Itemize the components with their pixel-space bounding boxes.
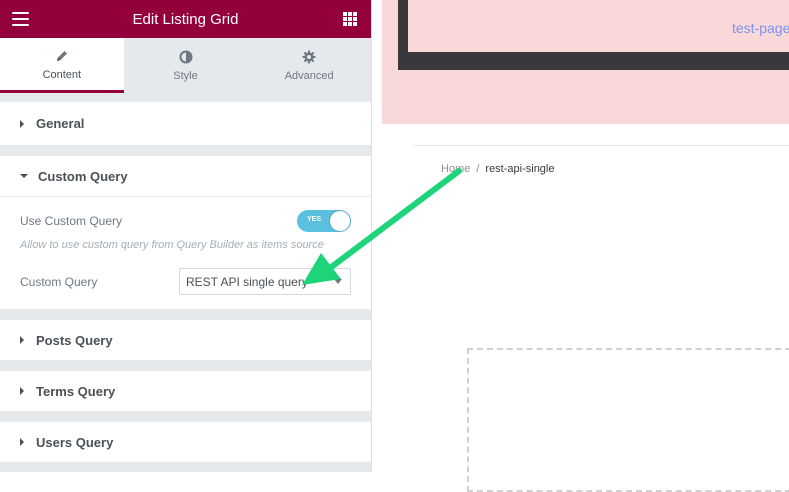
caret-right-icon bbox=[20, 438, 24, 446]
breadcrumb: Home / rest-api-single bbox=[441, 163, 555, 175]
tab-style[interactable]: Style bbox=[124, 38, 248, 93]
toggle-yes-text: YES bbox=[307, 216, 322, 223]
custom-query-label: Custom Query bbox=[20, 274, 98, 289]
half-circle-icon bbox=[179, 49, 193, 65]
breadcrumb-current: rest-api-single bbox=[485, 163, 555, 175]
section-general-toggle[interactable]: General bbox=[0, 102, 371, 145]
section-custom-query: Custom Query Use Custom Query YES Allow … bbox=[0, 155, 371, 309]
panel-header: Edit Listing Grid bbox=[0, 0, 371, 38]
use-custom-query-toggle[interactable]: YES bbox=[297, 210, 351, 232]
tab-content-label: Content bbox=[42, 68, 82, 81]
section-posts-query-title: Posts Query bbox=[36, 332, 113, 348]
tab-advanced[interactable]: Advanced bbox=[247, 38, 371, 93]
section-gap bbox=[0, 411, 371, 421]
tab-style-label: Style bbox=[173, 70, 198, 82]
use-custom-query-row: Use Custom Query YES bbox=[20, 210, 351, 232]
custom-query-select-value: REST API single query bbox=[186, 274, 308, 289]
caret-down-icon bbox=[20, 174, 28, 178]
custom-query-row: Custom Query REST API single query bbox=[20, 268, 351, 295]
pencil-icon bbox=[55, 48, 69, 64]
custom-query-description: Allow to use custom query from Query Bui… bbox=[20, 239, 324, 251]
use-custom-query-label: Use Custom Query bbox=[20, 214, 123, 228]
caret-right-icon bbox=[20, 336, 24, 344]
caret-right-icon bbox=[20, 119, 24, 128]
hamburger-icon[interactable] bbox=[12, 12, 29, 26]
section-users-query: Users Query bbox=[0, 421, 371, 462]
section-posts-query: Posts Query bbox=[0, 319, 371, 360]
chevron-down-icon bbox=[334, 279, 342, 284]
section-custom-query-toggle[interactable]: Custom Query bbox=[0, 156, 371, 196]
caret-right-icon bbox=[20, 387, 24, 395]
listing-grid-placeholder[interactable] bbox=[467, 348, 789, 492]
breadcrumb-home[interactable]: Home bbox=[441, 163, 470, 175]
custom-query-select[interactable]: REST API single query bbox=[179, 268, 351, 295]
section-gap bbox=[0, 145, 371, 155]
page-preview: test-page Home / rest-api-single bbox=[371, 0, 789, 492]
section-gap bbox=[0, 360, 371, 370]
section-terms-query-title: Terms Query bbox=[36, 383, 116, 399]
section-custom-query-title: Custom Query bbox=[38, 168, 128, 184]
nav-link-test-page[interactable]: test-page bbox=[732, 20, 789, 36]
breadcrumb-separator: / bbox=[476, 163, 480, 175]
section-gap bbox=[0, 93, 371, 101]
section-users-query-toggle[interactable]: Users Query bbox=[0, 422, 371, 462]
section-posts-query-toggle[interactable]: Posts Query bbox=[0, 320, 371, 360]
editor-panel: Edit Listing Grid Content Style Advanced… bbox=[0, 0, 371, 472]
section-gap bbox=[0, 309, 371, 319]
custom-query-body: Use Custom Query YES Allow to use custom… bbox=[0, 196, 371, 309]
content-divider bbox=[414, 145, 789, 146]
section-terms-query-toggle[interactable]: Terms Query bbox=[0, 371, 371, 411]
gear-icon bbox=[302, 49, 316, 65]
panel-title: Edit Listing Grid bbox=[132, 10, 239, 28]
section-terms-query: Terms Query bbox=[0, 370, 371, 411]
tab-content[interactable]: Content bbox=[0, 38, 124, 93]
section-general: General bbox=[0, 101, 371, 145]
panel-tabs: Content Style Advanced bbox=[0, 38, 371, 93]
section-general-title: General bbox=[36, 116, 85, 131]
toggle-knob bbox=[330, 211, 350, 231]
section-users-query-title: Users Query bbox=[36, 434, 114, 450]
grid-icon[interactable] bbox=[343, 12, 357, 26]
tab-advanced-label: Advanced bbox=[284, 70, 334, 82]
